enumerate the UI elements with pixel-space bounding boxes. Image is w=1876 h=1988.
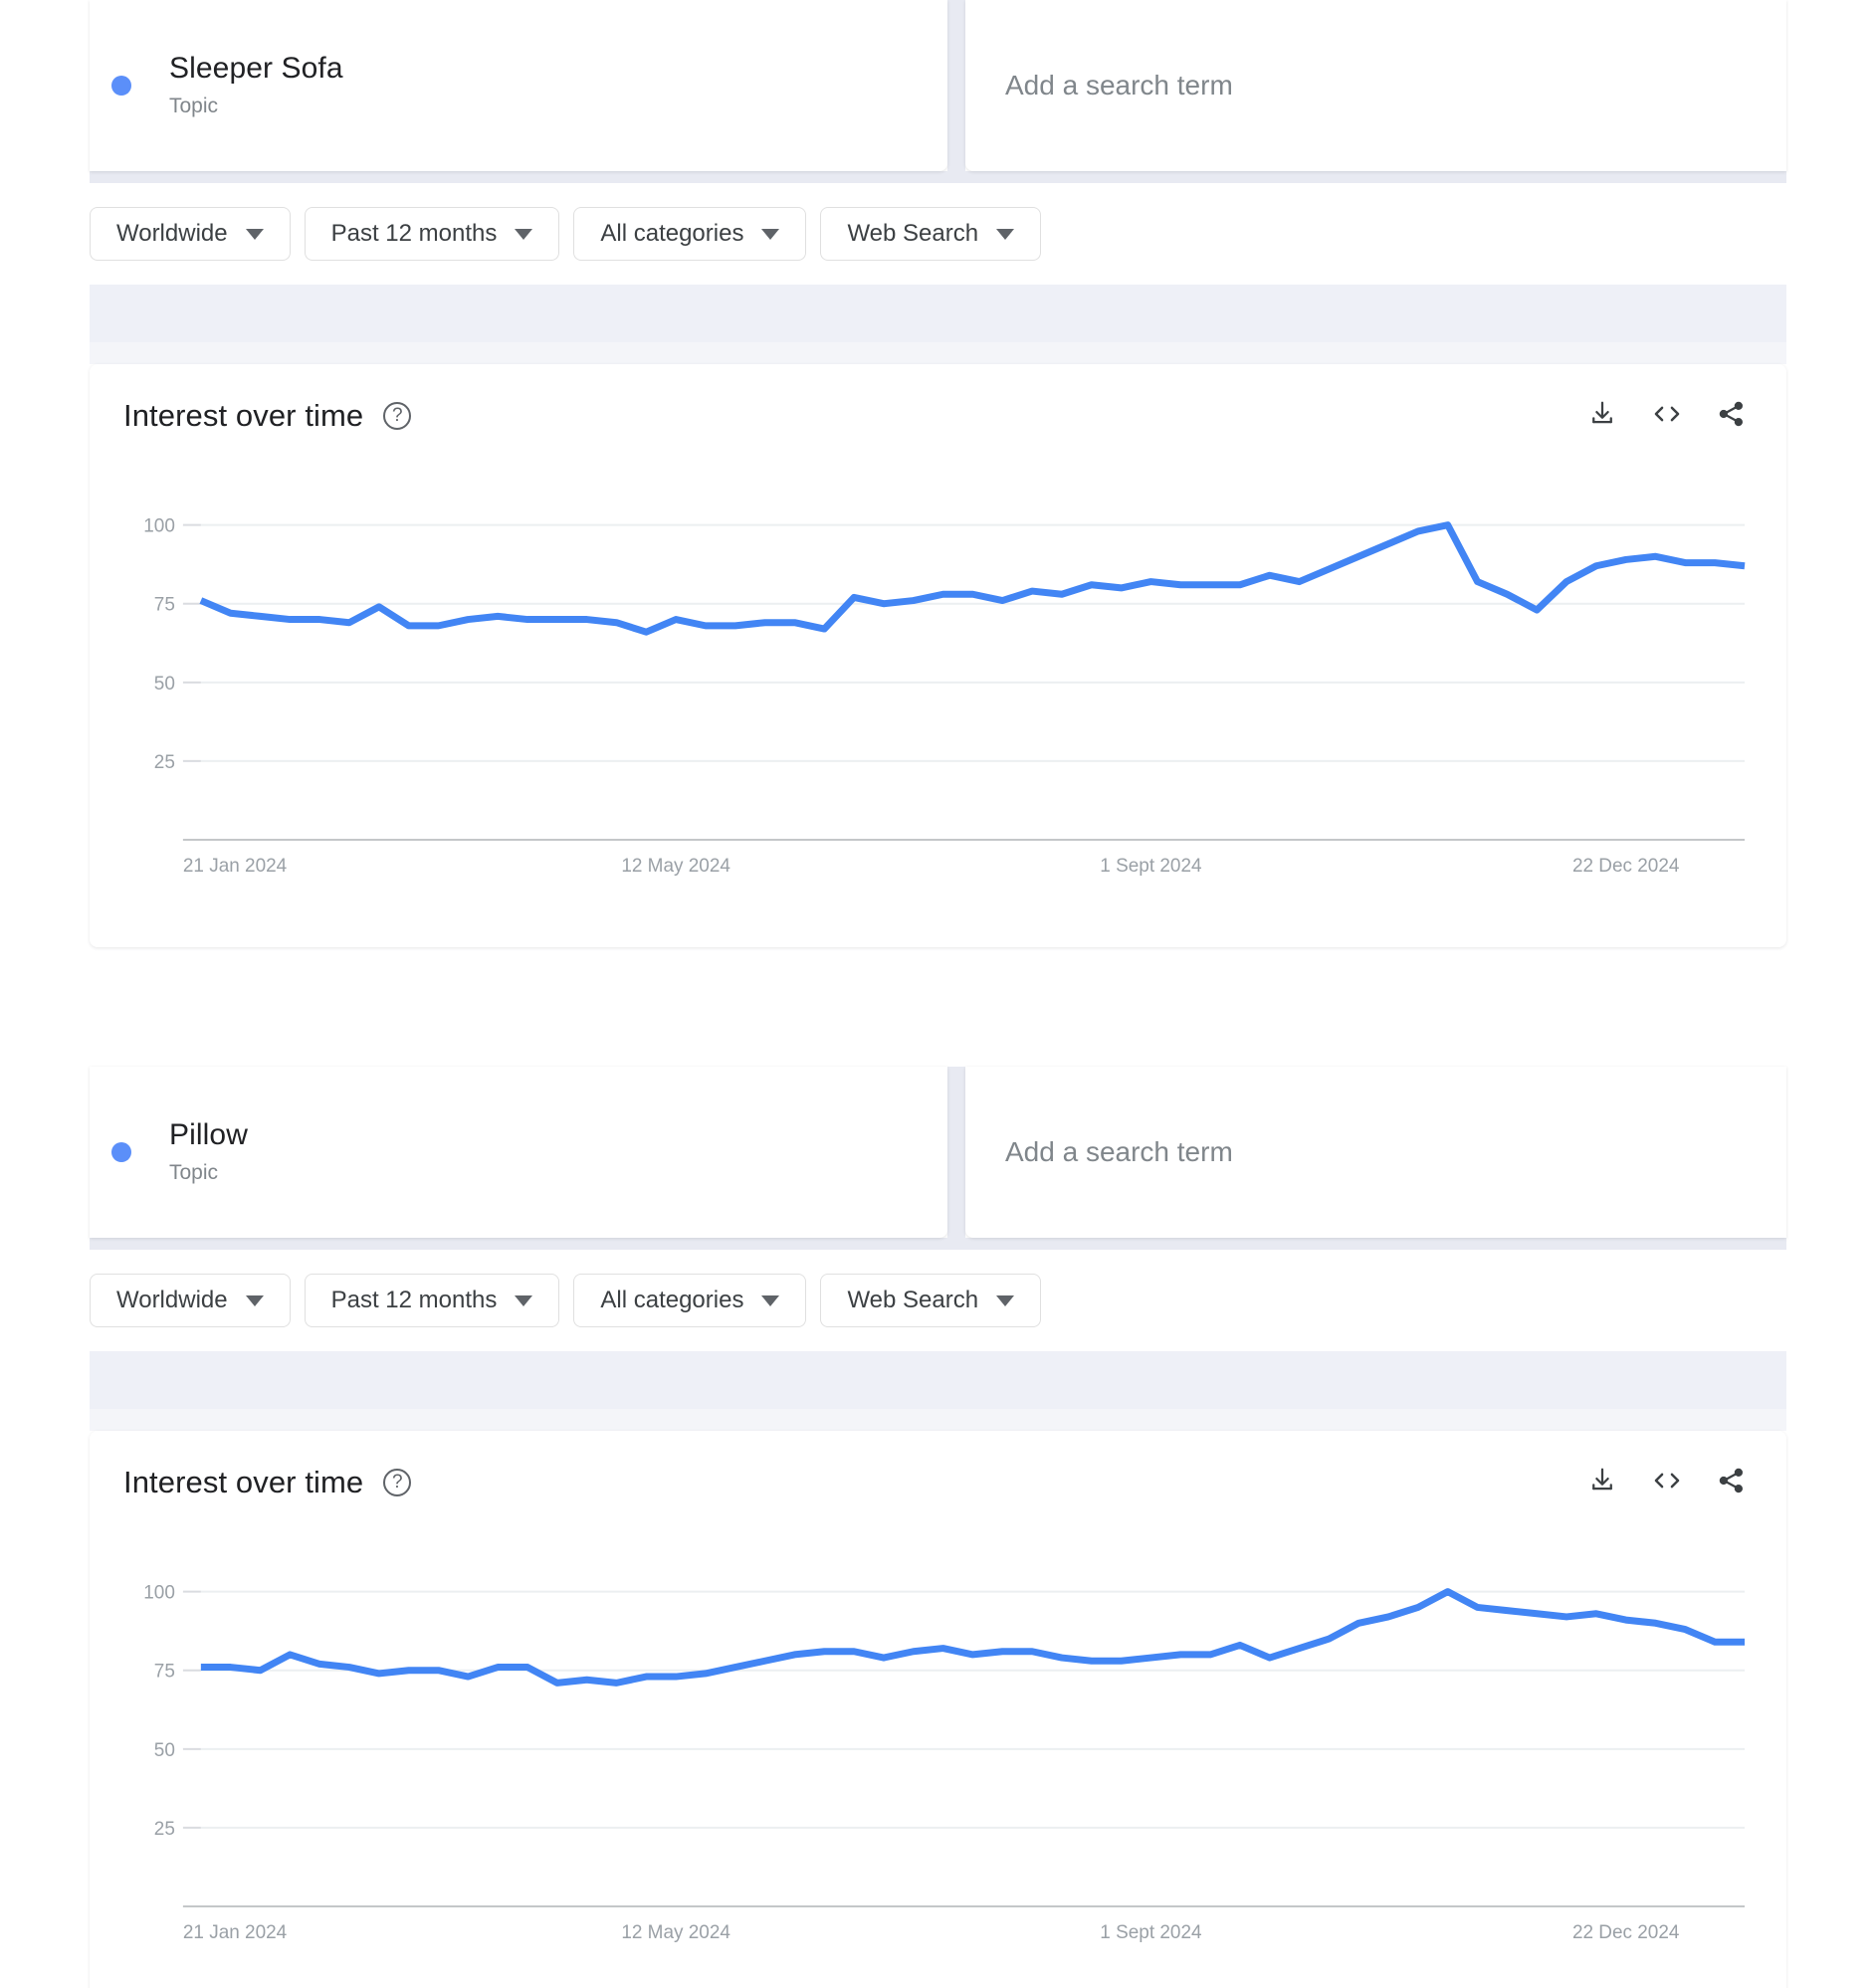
add-search-term-card[interactable] xyxy=(965,0,1786,171)
interest-over-time-chart: 100 75 50 25 21 Jan 2024 12 May 2024 1 Sept 20… xyxy=(143,516,1746,877)
filter-chip-time-range-label: Past 12 months xyxy=(330,1287,498,1313)
content-band xyxy=(90,1351,1786,1409)
filter-chip-location[interactable]: Worldwide xyxy=(90,1274,291,1327)
add-search-term-card[interactable] xyxy=(965,1067,1786,1238)
chart-header: Interest over time ? xyxy=(90,364,1786,434)
svg-text:1 Sept 2024: 1 Sept 2024 xyxy=(1100,856,1201,877)
share-icon[interactable] xyxy=(1717,399,1747,434)
term-divider xyxy=(947,0,965,171)
chart-header: Interest over time ? xyxy=(90,1431,1786,1500)
svg-text:1 Sept 2024: 1 Sept 2024 xyxy=(1100,1922,1201,1943)
chevron-down-icon xyxy=(515,1294,533,1306)
share-icon[interactable] xyxy=(1717,1466,1747,1500)
interest-over-time-chart: 100 75 50 25 21 Jan 2024 12 May 2024 1 Sept 20… xyxy=(143,1583,1746,1943)
add-search-term-input[interactable] xyxy=(1005,70,1709,101)
svg-text:21 Jan 2024: 21 Jan 2024 xyxy=(183,856,287,877)
help-circle-icon[interactable]: ? xyxy=(383,1469,412,1496)
term-divider xyxy=(947,1067,965,1238)
svg-text:100: 100 xyxy=(143,1583,175,1604)
filter-chip-time-range-label: Past 12 months xyxy=(330,220,498,247)
search-term-title: Pillow xyxy=(169,1118,248,1151)
search-term-type: Topic xyxy=(169,95,219,117)
svg-text:12 May 2024: 12 May 2024 xyxy=(621,1922,730,1943)
search-term-card[interactable]: Pillow Topic xyxy=(90,1067,947,1238)
svg-text:25: 25 xyxy=(154,752,175,773)
series-color-dot-icon xyxy=(111,1142,131,1162)
svg-text:50: 50 xyxy=(154,674,175,695)
filter-chip-search-type-label: Web Search xyxy=(847,220,979,247)
interest-over-time-card: Interest over time ? 100 75 50 25 21 Jan… xyxy=(90,1431,1786,1988)
filter-chip-location[interactable]: Worldwide xyxy=(90,207,291,261)
chart-actions xyxy=(1587,1466,1747,1500)
svg-text:22 Dec 2024: 22 Dec 2024 xyxy=(1572,856,1679,877)
chevron-down-icon xyxy=(515,228,533,240)
chart-plot-area: 100 75 50 25 21 Jan 2024 12 May 2024 1 Sept 20… xyxy=(123,474,1753,901)
filter-chip-search-type[interactable]: Web Search xyxy=(820,1274,1042,1327)
filter-chip-category-label: All categories xyxy=(600,220,744,247)
filter-chip-time-range[interactable]: Past 12 months xyxy=(304,207,560,261)
chevron-down-icon xyxy=(245,1294,264,1306)
trends-section-1: Sleeper Sofa Topic Worldwide Past 12 mon… xyxy=(0,0,1876,947)
search-term-bar: Sleeper Sofa Topic xyxy=(90,0,1786,171)
download-icon[interactable] xyxy=(1587,1466,1617,1500)
svg-text:22 Dec 2024: 22 Dec 2024 xyxy=(1572,1922,1679,1943)
filter-chip-category[interactable]: All categories xyxy=(573,1274,807,1327)
filter-chip-location-label: Worldwide xyxy=(116,220,228,247)
section-divider xyxy=(90,1238,1786,1250)
interest-over-time-card: Interest over time ? 100 75 50 25 21 Jan… xyxy=(90,364,1786,947)
chart-plot-area: 100 75 50 25 21 Jan 2024 12 May 2024 1 Sept 20… xyxy=(123,1540,1753,1968)
filter-chip-location-label: Worldwide xyxy=(116,1287,228,1313)
embed-code-icon[interactable] xyxy=(1651,399,1683,434)
chevron-down-icon xyxy=(245,228,264,240)
chart-title: Interest over time xyxy=(123,1465,364,1499)
filter-row: Worldwide Past 12 months All categories … xyxy=(90,183,1786,285)
svg-text:75: 75 xyxy=(154,1662,175,1683)
series-color-dot-icon xyxy=(111,76,131,96)
filter-chip-search-type-label: Web Search xyxy=(847,1287,979,1313)
chevron-down-icon xyxy=(996,228,1015,240)
section-divider xyxy=(90,171,1786,183)
svg-text:21 Jan 2024: 21 Jan 2024 xyxy=(183,1922,287,1943)
content-band-light xyxy=(90,342,1786,364)
section-spacer xyxy=(0,947,1876,1067)
svg-text:50: 50 xyxy=(154,1740,175,1761)
svg-text:75: 75 xyxy=(154,595,175,616)
search-term-type: Topic xyxy=(169,1161,219,1184)
svg-text:12 May 2024: 12 May 2024 xyxy=(621,856,730,877)
search-term-bar: Pillow Topic xyxy=(90,1067,1786,1238)
search-term-card[interactable]: Sleeper Sofa Topic xyxy=(90,0,947,171)
help-circle-icon[interactable]: ? xyxy=(383,402,412,430)
filter-chip-search-type[interactable]: Web Search xyxy=(820,207,1042,261)
add-search-term-input[interactable] xyxy=(1005,1136,1709,1168)
embed-code-icon[interactable] xyxy=(1651,1466,1683,1500)
filter-chip-category-label: All categories xyxy=(600,1287,744,1313)
filter-chip-category[interactable]: All categories xyxy=(573,207,807,261)
chart-actions xyxy=(1587,399,1747,434)
chevron-down-icon xyxy=(761,228,780,240)
filter-chip-time-range[interactable]: Past 12 months xyxy=(304,1274,560,1327)
chart-title: Interest over time xyxy=(123,398,364,433)
content-band-light xyxy=(90,1409,1786,1431)
download-icon[interactable] xyxy=(1587,399,1617,434)
svg-text:25: 25 xyxy=(154,1819,175,1840)
filter-row: Worldwide Past 12 months All categories … xyxy=(90,1250,1786,1351)
trends-section-2: Pillow Topic Worldwide Past 12 months Al… xyxy=(0,1067,1876,1988)
chevron-down-icon xyxy=(761,1294,780,1306)
content-band xyxy=(90,285,1786,342)
search-term-title: Sleeper Sofa xyxy=(169,52,343,85)
google-trends-page: Sleeper Sofa Topic Worldwide Past 12 mon… xyxy=(0,0,1876,1988)
svg-text:100: 100 xyxy=(143,516,175,537)
chevron-down-icon xyxy=(996,1294,1015,1306)
